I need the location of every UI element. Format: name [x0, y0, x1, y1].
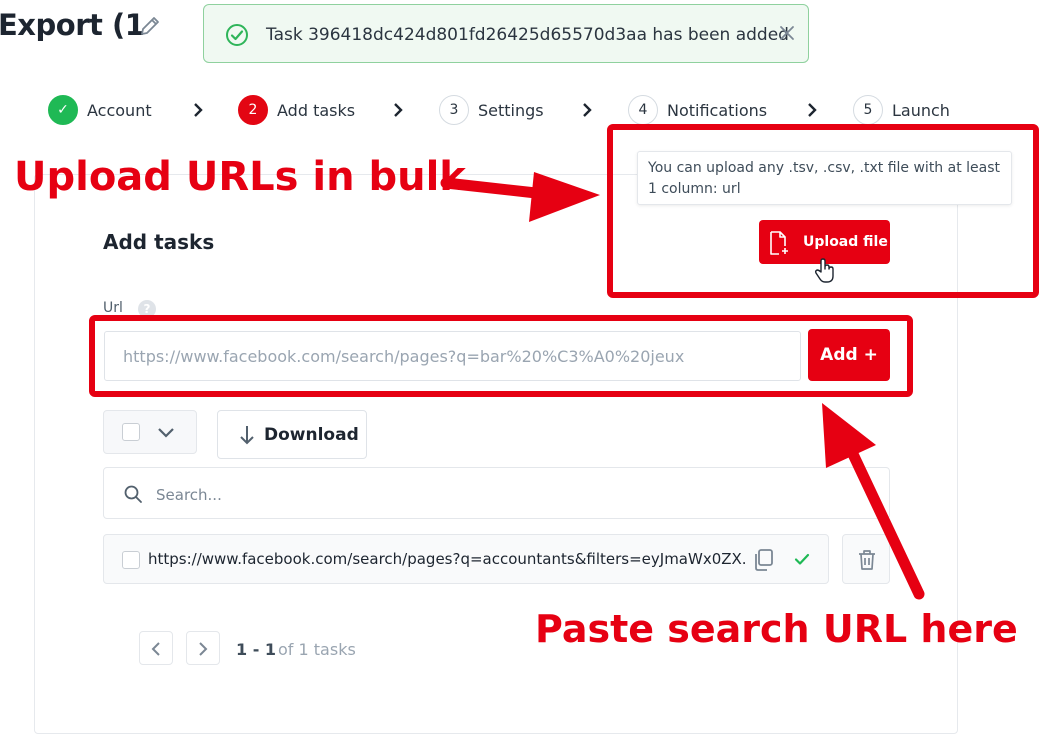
paste-arrow [846, 446, 925, 600]
annotation-paste-label: Paste search URL here [535, 607, 1018, 651]
annotation-upload-label: Upload URLs in bulk [14, 154, 466, 200]
upload-arrow-head [529, 172, 600, 222]
